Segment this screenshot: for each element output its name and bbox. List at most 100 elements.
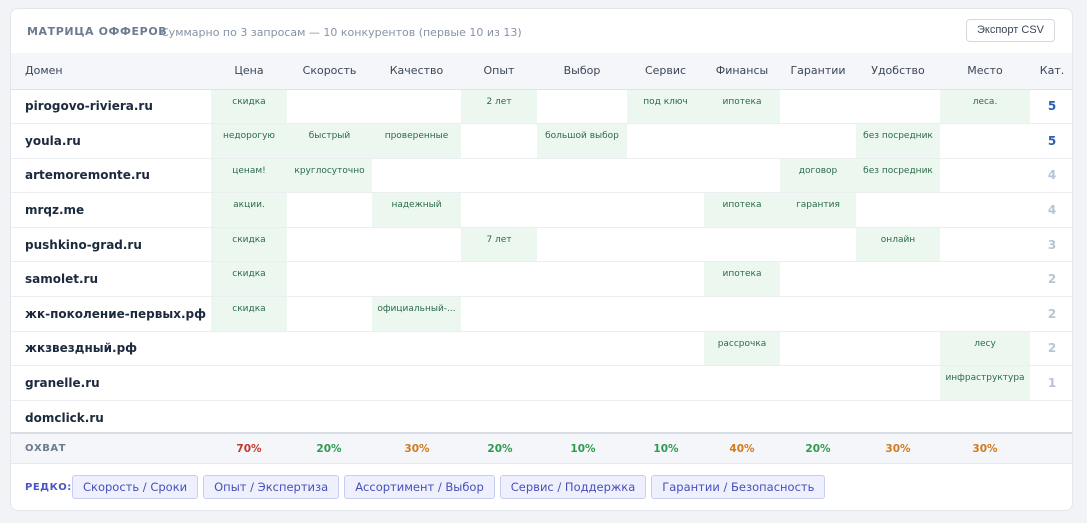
offer-cell-convenience bbox=[856, 192, 940, 228]
table-row: youla.ru недорогую быстрый проверенные больш… bbox=[11, 123, 1072, 159]
offer-cell-convenience: без посредник bbox=[856, 123, 940, 159]
offer-cell-convenience bbox=[856, 365, 940, 401]
offer-cell-choice bbox=[537, 261, 627, 298]
matrix-body: pirogovo-riviera.ru скидка 2 лет под ключ ип… bbox=[11, 89, 1072, 436]
offer-cell-experience bbox=[461, 192, 537, 228]
offer-cell-speed: быстрый bbox=[287, 123, 372, 159]
coverage-label: ОХВАТ bbox=[25, 443, 66, 454]
category-count bbox=[1030, 400, 1072, 436]
offer-cell-place: леса. bbox=[940, 89, 1030, 125]
table-row: pirogovo-riviera.ru скидка 2 лет под ключ ип… bbox=[11, 89, 1072, 125]
table-row: domclick.ru bbox=[11, 400, 1072, 436]
offer-cell-speed bbox=[287, 365, 372, 401]
rare-category-chip[interactable]: Скорость / Сроки bbox=[72, 475, 199, 499]
col-header-guarantee: Гарантии bbox=[780, 53, 856, 90]
offer-cell-experience bbox=[461, 158, 537, 194]
category-count: 1 bbox=[1030, 365, 1072, 401]
domain-cell[interactable]: granelle.ru bbox=[11, 365, 211, 401]
domain-cell[interactable]: жкзвездный.рф bbox=[11, 331, 211, 367]
offer-cell-choice bbox=[537, 296, 627, 332]
offer-cell-experience bbox=[461, 123, 537, 159]
coverage-value-place: 30% bbox=[972, 443, 998, 455]
rare-section: РЕДКО: Скорость / Сроки Опыт / Экспертиза… bbox=[11, 464, 1072, 510]
coverage-value-price: 70% bbox=[236, 443, 262, 455]
table-row: samolet.ru скидка ипотека 2 bbox=[11, 261, 1072, 298]
header-row: Домен Цена Скорость Качество Опыт Выбор … bbox=[11, 53, 1072, 90]
offer-cell-quality bbox=[372, 365, 461, 401]
offer-cell-finance bbox=[704, 400, 780, 436]
offer-cell-convenience bbox=[856, 400, 940, 436]
matrix-title: МАТРИЦА ОФФЕРОВ bbox=[27, 25, 168, 38]
offer-cell-choice bbox=[537, 400, 627, 436]
category-count: 5 bbox=[1030, 89, 1072, 125]
offer-cell-guarantee bbox=[780, 227, 856, 263]
offer-cell-quality bbox=[372, 227, 461, 263]
offer-cell-guarantee bbox=[780, 123, 856, 159]
matrix-subtitle: Суммарно по 3 запросам — 10 конкурентов … bbox=[161, 26, 522, 39]
offer-cell-choice bbox=[537, 227, 627, 263]
offer-cell-choice: большой выбор bbox=[537, 123, 627, 159]
col-header-domain: Домен bbox=[11, 53, 211, 90]
domain-cell[interactable]: pirogovo-riviera.ru bbox=[11, 89, 211, 125]
table-row: жк-поколение-первых.рф скидка официальный-… bbox=[11, 296, 1072, 332]
domain-cell[interactable]: domclick.ru bbox=[11, 400, 211, 436]
offer-cell-quality: проверенные bbox=[372, 123, 461, 159]
offer-cell-quality: надежный bbox=[372, 192, 461, 228]
offer-matrix-card: МАТРИЦА ОФФЕРОВ Суммарно по 3 запросам —… bbox=[10, 8, 1073, 511]
export-csv-button[interactable]: Экспорт CSV bbox=[965, 19, 1055, 42]
offer-cell-experience bbox=[461, 331, 537, 367]
offer-cell-convenience bbox=[856, 296, 940, 332]
col-header-count: Кат. bbox=[1030, 53, 1072, 90]
offer-cell-place bbox=[940, 227, 1030, 263]
domain-cell[interactable]: mrqz.me bbox=[11, 192, 211, 228]
domain-cell[interactable]: жк-поколение-первых.рф bbox=[11, 296, 211, 332]
offer-cell-speed bbox=[287, 261, 372, 298]
offer-cell-place bbox=[940, 296, 1030, 332]
offer-cell-finance: ипотека bbox=[704, 89, 780, 125]
offer-cell-price: скидка bbox=[211, 296, 287, 332]
offer-cell-guarantee bbox=[780, 296, 856, 332]
rare-label: РЕДКО: bbox=[25, 482, 72, 493]
coverage-row: ОХВАТ 70% 20% 30% 20% 10% 10% 40% 20% 30% 30% bbox=[11, 432, 1072, 464]
category-count: 3 bbox=[1030, 227, 1072, 263]
offer-cell-quality bbox=[372, 261, 461, 298]
offer-cell-guarantee bbox=[780, 261, 856, 298]
rare-chips: Скорость / Сроки Опыт / Экспертиза Ассорти… bbox=[72, 475, 826, 499]
domain-cell[interactable]: pushkino-grad.ru bbox=[11, 227, 211, 263]
domain-cell[interactable]: youla.ru bbox=[11, 123, 211, 159]
offer-cell-convenience: без посредник bbox=[856, 158, 940, 194]
offer-cell-service bbox=[627, 261, 704, 298]
offer-cell-service bbox=[627, 331, 704, 367]
offer-cell-experience bbox=[461, 261, 537, 298]
rare-category-chip[interactable]: Опыт / Экспертиза bbox=[203, 475, 340, 499]
offer-cell-choice bbox=[537, 158, 627, 194]
offer-cell-experience bbox=[461, 400, 537, 436]
offer-cell-service bbox=[627, 400, 704, 436]
rare-category-chip[interactable]: Гарантии / Безопасность bbox=[651, 475, 826, 499]
col-header-speed: Скорость bbox=[287, 53, 372, 90]
offer-cell-guarantee bbox=[780, 331, 856, 367]
rare-category-chip[interactable]: Сервис / Поддержка bbox=[499, 475, 647, 499]
category-count: 2 bbox=[1030, 261, 1072, 298]
offer-cell-service bbox=[627, 296, 704, 332]
offer-cell-speed bbox=[287, 331, 372, 367]
offer-cell-service bbox=[627, 227, 704, 263]
rare-category-chip[interactable]: Ассортимент / Выбор bbox=[344, 475, 495, 499]
offer-cell-experience bbox=[461, 365, 537, 401]
coverage-value-speed: 20% bbox=[316, 443, 342, 455]
offer-cell-service bbox=[627, 365, 704, 401]
offer-cell-speed bbox=[287, 192, 372, 228]
offer-cell-quality: официальный-... bbox=[372, 296, 461, 332]
domain-cell[interactable]: artemoremonte.ru bbox=[11, 158, 211, 194]
offer-cell-convenience bbox=[856, 89, 940, 125]
offer-cell-experience: 2 лет bbox=[461, 89, 537, 125]
offer-cell-guarantee bbox=[780, 89, 856, 125]
offer-cell-guarantee bbox=[780, 400, 856, 436]
offer-cell-price: акции. bbox=[211, 192, 287, 228]
col-header-service: Сервис bbox=[627, 53, 704, 90]
coverage-value-service: 10% bbox=[653, 443, 679, 455]
offer-cell-price: скидка bbox=[211, 261, 287, 298]
offer-cell-price: ценам! bbox=[211, 158, 287, 194]
domain-cell[interactable]: samolet.ru bbox=[11, 261, 211, 298]
offer-cell-price: скидка bbox=[211, 227, 287, 263]
